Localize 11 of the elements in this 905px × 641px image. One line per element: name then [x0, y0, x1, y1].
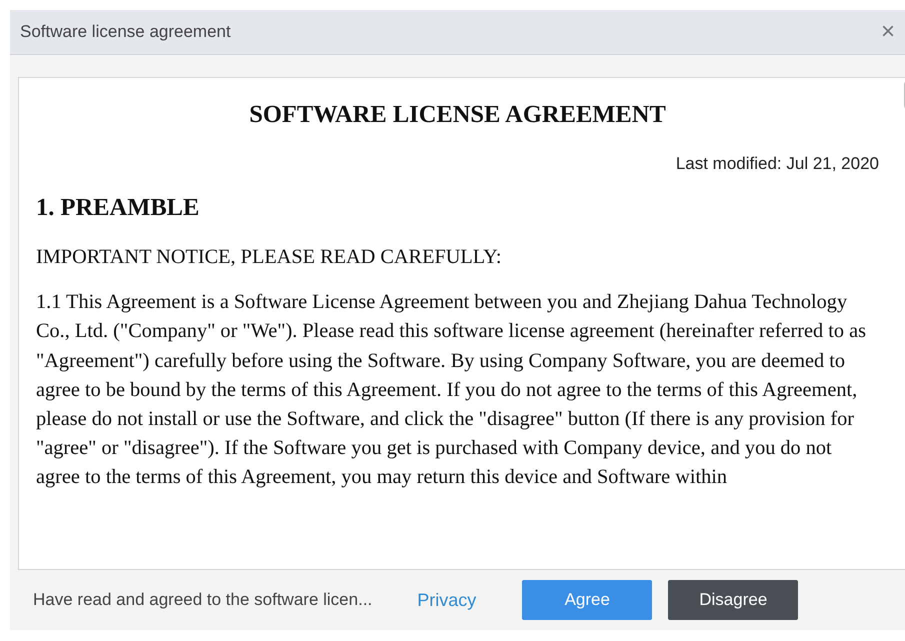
window-title: Software license agreement: [20, 21, 231, 44]
modified-date: Last modified: Jul 21, 2020: [674, 152, 879, 175]
disagree-button[interactable]: Disagree: [668, 580, 798, 620]
document-title: SOFTWARE LICENSE AGREEMENT: [248, 100, 667, 130]
section-heading: 1. PREAMBLE: [36, 193, 200, 224]
paragraph: 1.1 This Agreement is a Software License Agreement between you and Zhejiang Dahua Technology Co., Ltd. ("Company" or "We"). Please read this software license agreement (hereinafter referred to as "Agreement") carefully before using the Software. By using Company Software, you are deemed to agree to be bound by the terms of this Agreement. If you do not agree to the terms of this Agreement, please do not install or use the Software, and click the "disagree" button (If there is any provision for "agree" or "disagree"). If the Software you get is purchased with Company device, and you do not agree to the terms of this Agreement, you may return this device and Software within: [36, 290, 868, 490]
close-button[interactable]: ×: [880, 20, 895, 44]
agreement-note: Have read and agreed to the software licen...: [33, 589, 372, 612]
paragraph: IMPORTANT NOTICE, PLEASE READ CAREFULLY:: [36, 245, 503, 270]
agree-button[interactable]: Agree: [522, 580, 652, 620]
privacy-link[interactable]: Privacy: [417, 586, 476, 614]
